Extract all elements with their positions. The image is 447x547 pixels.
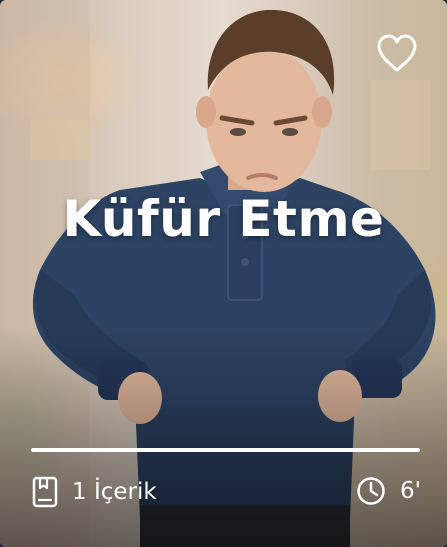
content-count-info: 1 İçerik: [32, 476, 157, 508]
card-title: Küfür Etme: [62, 190, 385, 248]
duration: 6': [400, 478, 421, 504]
bottom-gradient: [0, 327, 447, 547]
activity-card[interactable]: Küfür Etme 1 İçerik 6': [0, 0, 447, 547]
heart-outline-icon: [377, 34, 417, 72]
clock-icon: [357, 477, 385, 505]
favorite-button[interactable]: [376, 34, 418, 74]
progress-fill: [31, 448, 420, 452]
progress-bar: [31, 448, 420, 452]
book-icon: [32, 476, 58, 508]
content-count: 1 İçerik: [72, 479, 157, 505]
duration-info: 6': [356, 476, 421, 506]
